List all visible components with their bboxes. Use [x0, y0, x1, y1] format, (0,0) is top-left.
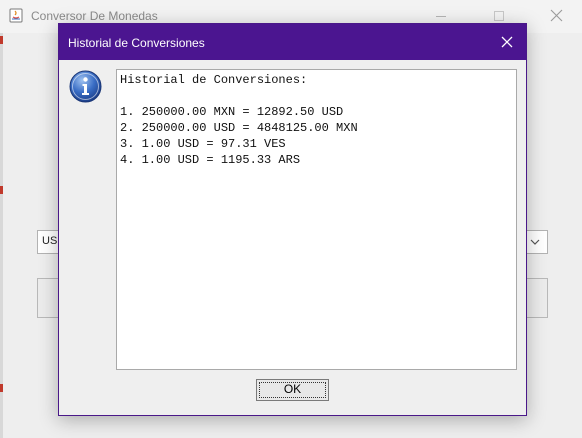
history-entry: 3. 1.00 USD = 97.31 VES: [120, 137, 286, 151]
edge-marker: [0, 384, 3, 392]
close-icon: [501, 36, 513, 48]
dialog-close-button[interactable]: [487, 24, 526, 60]
history-blank-line: [120, 88, 513, 104]
java-app-icon: [9, 8, 23, 23]
close-icon: [550, 9, 563, 22]
dialog-titlebar[interactable]: Historial de Conversiones: [59, 24, 526, 60]
edge-marker: [0, 186, 3, 194]
window-edge: [0, 33, 3, 438]
history-dialog: Historial de Conversiones Historial de C…: [58, 23, 527, 416]
dialog-title: Historial de Conversiones: [68, 36, 205, 50]
history-entry: 4. 1.00 USD = 1195.33 ARS: [120, 153, 301, 167]
history-heading: Historial de Conversiones:: [120, 73, 308, 87]
history-entry: 2. 250000.00 USD = 4848125.00 MXN: [120, 121, 358, 135]
ok-button[interactable]: OK: [256, 379, 329, 401]
info-icon: [69, 70, 102, 103]
main-window-title: Conversor De Monedas: [31, 9, 158, 23]
history-text-area[interactable]: Historial de Conversiones: 1. 250000.00 …: [116, 69, 517, 370]
main-close-button[interactable]: [534, 0, 580, 32]
edge-marker: [0, 36, 3, 44]
chevron-down-icon: [530, 239, 540, 245]
history-entry: 1. 250000.00 MXN = 12892.50 USD: [120, 105, 344, 119]
